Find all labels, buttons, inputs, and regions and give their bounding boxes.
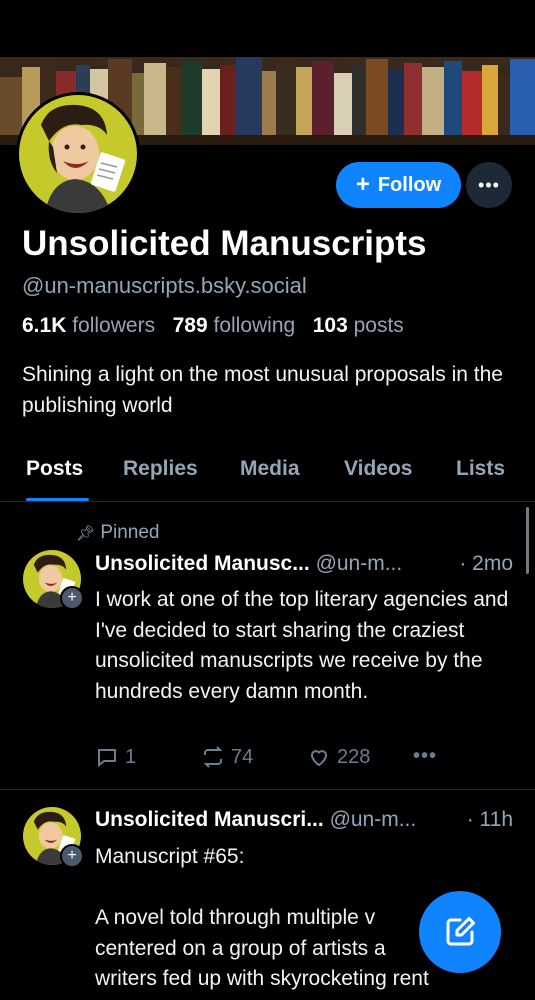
post-separator [0,789,535,790]
book-spine [182,61,202,137]
book-spine [334,73,352,137]
book-spine [444,61,462,137]
book-spine [388,69,404,137]
post-timestamp[interactable]: · 11h [467,808,513,832]
scrollbar[interactable] [526,507,529,574]
post-actions: 1 74 228 ••• [95,745,445,773]
post-handle[interactable]: @un-m... [316,552,403,575]
post-more-icon: ••• [413,745,438,767]
book-spine [482,65,498,137]
plus-icon: + [355,171,370,198]
post-text: I work at one of the top literary agenci… [95,588,509,703]
profile-avatar[interactable] [16,92,140,216]
post-timestamp[interactable]: · 2mo [459,552,513,576]
post-author[interactable]: Unsolicited Manusc... [95,552,310,575]
post-header: Unsolicited Manuscri... @un-m... [95,808,416,832]
book-spine [236,57,262,137]
following-label: following [213,314,296,337]
book-spine [404,63,422,137]
pin-icon: 📌︎ [76,525,96,542]
follow-button-label: Follow [377,173,442,196]
like-button[interactable]: 228 [307,745,370,769]
post-more-button[interactable]: ••• [413,745,437,768]
book-spine [296,67,312,137]
follow-plus-badge[interactable]: + [60,586,84,610]
avatar-illustration [19,95,137,213]
book-spine [498,75,510,137]
book-spine [202,69,220,137]
reply-icon [98,749,116,768]
book-spine [0,77,22,137]
compose-button[interactable] [419,891,501,973]
repost-count: 74 [231,745,254,768]
like-count: 228 [337,745,371,768]
following-count: 789 [172,314,208,337]
posts-count: 103 [312,314,348,337]
book-spine [220,65,236,137]
post-handle[interactable]: @un-m... [330,808,417,831]
book-spine [352,65,366,137]
tab-replies[interactable]: Replies [123,457,198,481]
posts-label: posts [353,314,404,337]
post-header: Unsolicited Manusc... @un-m... [95,552,402,576]
tab-posts[interactable]: Posts [26,457,83,481]
book-spine [510,59,535,137]
profile-stats: 6.1K followers 789 following 103 posts [22,314,404,338]
repost-icon [203,746,223,768]
tab-lists[interactable]: Lists [456,457,505,481]
tab-videos[interactable]: Videos [344,457,412,481]
post-author[interactable]: Unsolicited Manuscri... [95,808,324,831]
book-spine [262,71,276,137]
reply-button[interactable]: 1 [95,745,136,769]
repost-button[interactable]: 74 [201,745,253,769]
top-status-bar [0,0,535,57]
followers-link[interactable]: 6.1K followers [22,314,155,337]
follow-plus-badge[interactable]: + [60,844,84,868]
following-link[interactable]: 789 following [173,314,296,337]
tab-media[interactable]: Media [240,457,300,481]
more-icon: ••• [478,174,500,195]
follow-button[interactable]: + Follow [336,162,461,208]
more-options-button[interactable]: ••• [466,162,512,208]
followers-label: followers [72,314,156,337]
posts-stat: 103 posts [313,314,404,337]
compose-icon [446,917,475,946]
book-spine [276,63,296,137]
book-spine [366,59,388,137]
profile-display-name: Unsolicited Manuscripts [22,224,427,263]
book-spine [422,67,444,137]
book-spine [144,63,166,137]
reply-count: 1 [125,745,137,768]
active-tab-indicator [26,498,89,501]
pinned-text: Pinned [100,522,160,543]
profile-bio: Shining a light on the most unusual prop… [22,363,503,417]
pinned-label: 📌︎ Pinned [76,522,160,544]
book-spine [312,61,334,137]
book-spine [462,71,482,137]
heart-icon [310,750,328,767]
book-spine [166,67,182,137]
profile-tabs: Posts Replies Media Videos Lists [0,447,535,502]
followers-count: 6.1K [22,314,67,337]
profile-handle: @un-manuscripts.bsky.social [22,273,307,298]
